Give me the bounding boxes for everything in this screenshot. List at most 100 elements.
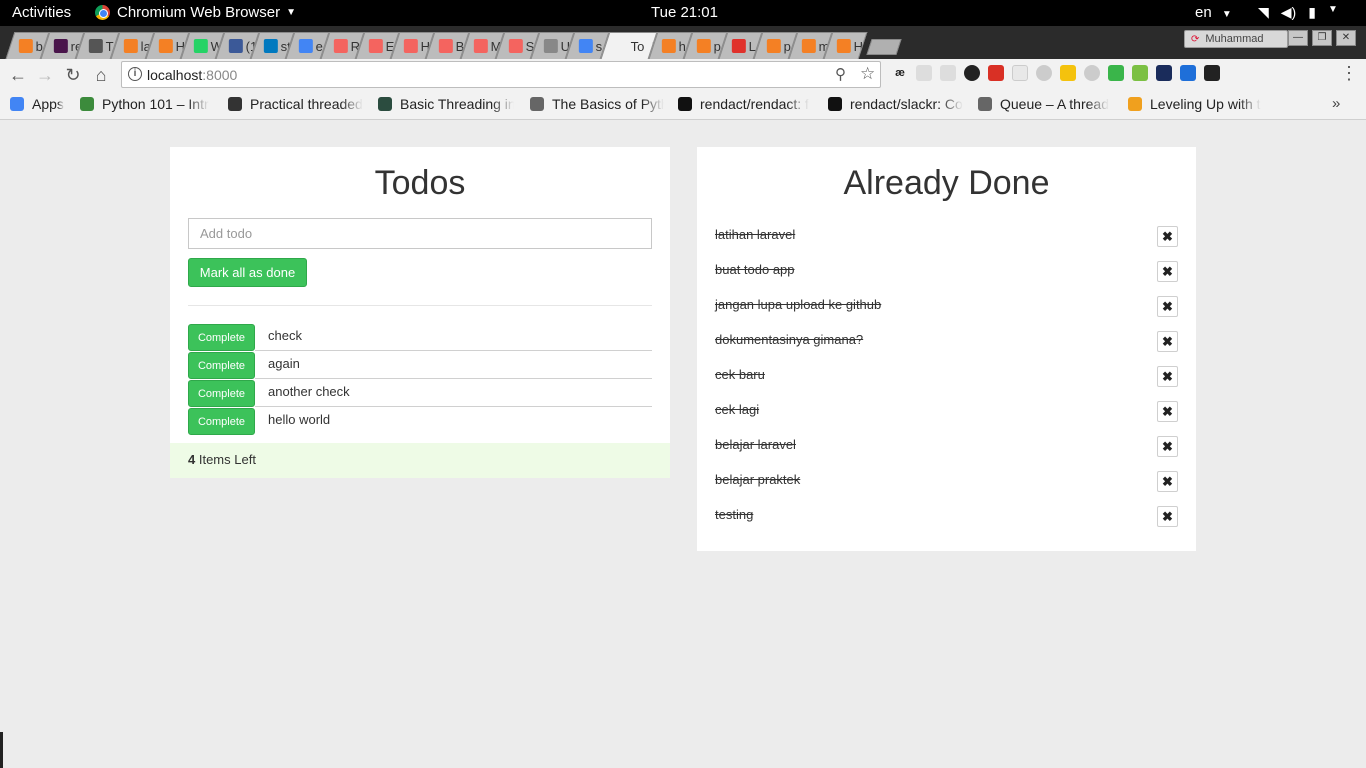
profile-button[interactable]: ⟳ Muhammad (1184, 30, 1288, 48)
extension-icon[interactable] (1132, 65, 1148, 81)
todo-text[interactable]: hello world (268, 412, 330, 427)
ae-extension-icon[interactable]: æ (892, 65, 908, 81)
extensions-area: æ (892, 65, 1220, 81)
stackoverflow-icon (18, 39, 33, 53)
done-text: belajar laravel (715, 437, 796, 452)
extension-icon[interactable] (1036, 65, 1052, 81)
address-bar[interactable]: i localhost:8000 ⚲ ☆ (121, 61, 881, 88)
notification-extension-icon[interactable] (1012, 65, 1028, 81)
volume-icon: ◀) (1280, 4, 1297, 20)
close-window-button[interactable]: ✕ (1336, 30, 1356, 46)
close-icon[interactable]: ✖ (1157, 331, 1178, 352)
python-icon (80, 97, 94, 111)
tab-list: breTlaHW(1steREHBMSUsTo✕hpLpmH (5, 29, 902, 59)
tab-strip: breTlaHW(1steREHBMSUsTo✕hpLpmH ⟳ Muhamma… (0, 26, 1366, 59)
bookmark-item[interactable]: Apps (10, 96, 66, 112)
bookmark-item[interactable]: Basic Threading in (378, 96, 514, 112)
printer-extension-icon[interactable] (1108, 65, 1124, 81)
extension-icon[interactable] (1180, 65, 1196, 81)
home-button[interactable]: ⌂ (89, 63, 113, 87)
extension-icon[interactable] (1084, 65, 1100, 81)
close-icon[interactable]: ✖ (1157, 401, 1178, 422)
done-text: cek baru (715, 367, 765, 382)
bookmark-item[interactable]: Queue – A thread (978, 96, 1114, 112)
new-tab-button[interactable] (866, 39, 902, 55)
todo-item: Complete another check (188, 380, 652, 408)
info-icon[interactable]: i (128, 67, 142, 81)
minimize-button[interactable]: — (1288, 30, 1308, 46)
extension-icon[interactable] (1060, 65, 1076, 81)
bookmark-item[interactable]: Python 101 – Intr (80, 96, 214, 112)
todos-panel: Todos Mark all as done CompletecheckComp… (170, 147, 670, 478)
gnome-icon[interactable] (964, 65, 980, 81)
done-item: dokumentasinya gimana? ✖ (715, 330, 1178, 365)
close-icon[interactable]: ✖ (1157, 261, 1178, 282)
done-item: jangan lupa upload ke github ✖ (715, 295, 1178, 330)
row-divider (255, 406, 652, 407)
close-icon[interactable]: ✖ (1157, 366, 1178, 387)
bookmarks-bar: Apps Python 101 – Intr Practical threaded B… (0, 90, 1366, 120)
page-icon (543, 39, 558, 53)
zoom-icon[interactable]: ⚲ (835, 65, 846, 83)
language-indicator[interactable]: en ▼ (1195, 4, 1232, 21)
bookmark-label: Basic Threading in (400, 96, 514, 112)
close-icon[interactable]: ✖ (1157, 506, 1178, 527)
stackoverflow-icon (158, 39, 173, 53)
laravel-icon (368, 39, 383, 53)
row-divider (255, 378, 652, 379)
complete-button[interactable]: Complete (188, 324, 255, 351)
bookmark-item[interactable]: rendact/slackr: Co (828, 96, 964, 112)
laravel-icon (403, 39, 418, 53)
laravel-icon (473, 39, 488, 53)
add-todo-input[interactable] (188, 218, 652, 249)
close-icon[interactable]: ✖ (1157, 471, 1178, 492)
mark-all-done-button[interactable]: Mark all as done (188, 258, 307, 287)
system-tray[interactable]: ◥ ◀) ▮ ▼ (1258, 4, 1338, 21)
bookmark-item[interactable]: The Basics of Pyth (530, 96, 664, 112)
forward-button[interactable]: → (33, 63, 57, 87)
row-divider (255, 350, 652, 351)
menu-icon[interactable]: ⋮ (1340, 63, 1358, 84)
browser-tab[interactable]: H (823, 32, 868, 59)
bookmark-label: Apps (32, 96, 64, 112)
close-icon[interactable]: ✖ (1157, 226, 1178, 247)
done-text: jangan lupa upload ke github (715, 297, 882, 312)
todo-text[interactable]: another check (268, 384, 350, 399)
bookmark-item[interactable]: rendact/rendact: f (678, 96, 814, 112)
bookmark-item[interactable]: Leveling Up with t (1128, 96, 1264, 112)
complete-button[interactable]: Complete (188, 408, 255, 435)
extension-icon[interactable] (916, 65, 932, 81)
stackoverflow-icon (766, 39, 781, 53)
chart-extension-icon[interactable] (1156, 65, 1172, 81)
done-list: latihan laravel ✖ buat todo app ✖ jangan lup… (715, 225, 1178, 540)
chevron-down-icon: ▼ (1327, 4, 1338, 15)
url-port: :8000 (202, 67, 238, 83)
todo-text[interactable]: check (268, 328, 302, 343)
close-icon[interactable]: ✖ (1157, 436, 1178, 457)
maximize-button[interactable]: ❐ (1312, 30, 1332, 46)
grid-icon (378, 97, 392, 111)
complete-button[interactable]: Complete (188, 352, 255, 379)
url-host: localhost (147, 67, 203, 83)
close-icon[interactable]: ✖ (1157, 296, 1178, 317)
extension-icon[interactable] (940, 65, 956, 81)
back-button[interactable]: ← (6, 63, 30, 87)
clock[interactable]: Tue 21:01 (651, 4, 718, 21)
done-text: buat todo app (715, 262, 795, 277)
divider (188, 305, 652, 306)
asterisk-icon (1128, 97, 1142, 111)
gmail-icon[interactable] (988, 65, 1004, 81)
todo-text[interactable]: again (268, 356, 300, 371)
app-menu[interactable]: Chromium Web Browser ▼ (95, 4, 296, 21)
bookmark-star-icon[interactable]: ☆ (860, 64, 875, 84)
bookmark-item[interactable]: Practical threaded (228, 96, 364, 112)
extension-icon[interactable] (1204, 65, 1220, 81)
complete-button[interactable]: Complete (188, 380, 255, 407)
activities-button[interactable]: Activities (12, 4, 71, 21)
todo-item: Complete hello world (188, 408, 652, 436)
bird-icon (228, 97, 242, 111)
reload-button[interactable]: ↻ (61, 63, 85, 87)
bookmark-label: Python 101 – Intr (102, 96, 209, 112)
more-bookmarks-icon[interactable]: » (1332, 95, 1340, 112)
chromium-icon (95, 5, 110, 20)
